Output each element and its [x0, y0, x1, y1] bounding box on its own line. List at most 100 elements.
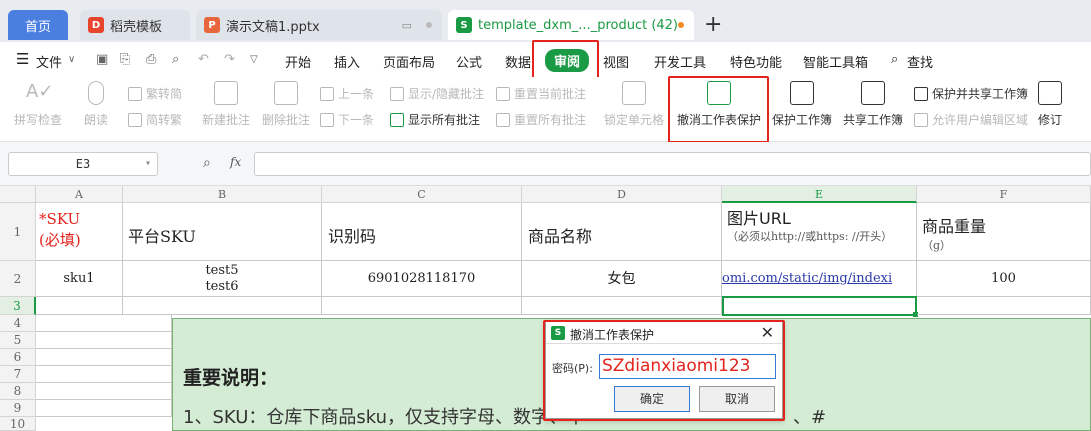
column-header-c[interactable]: C	[322, 186, 522, 203]
menu-insert[interactable]: 插入	[334, 52, 360, 71]
cell-a1[interactable]: *SKU (必填)	[36, 203, 123, 261]
cell-a8[interactable]	[36, 383, 172, 400]
cell-d2[interactable]: 女包	[522, 261, 722, 297]
preview-icon[interactable]: ⌕	[172, 52, 179, 67]
cell-c1[interactable]: 识别码	[322, 203, 522, 261]
protect-and-share-button[interactable]: 保护并共享工作簿	[914, 85, 1028, 102]
row-header-9[interactable]: 9	[0, 400, 36, 417]
cell-a5[interactable]	[36, 332, 172, 349]
file-menu[interactable]: 文件	[36, 52, 62, 71]
chevron-down-icon[interactable]: ∨	[68, 54, 75, 65]
tab-home[interactable]: 首页	[8, 10, 68, 40]
show-hide-comment-button[interactable]: 显示/隐藏批注	[390, 85, 484, 102]
formula-input[interactable]	[254, 152, 1091, 176]
menu-formulas[interactable]: 公式	[456, 52, 482, 71]
undo-icon[interactable]: ↶	[198, 52, 209, 67]
new-tab-icon[interactable]: +	[704, 12, 722, 37]
menu-page-layout[interactable]: 页面布局	[383, 52, 435, 71]
zoom-icon[interactable]: ⌕	[203, 155, 211, 171]
row-header-6[interactable]: 6	[0, 349, 36, 366]
dialog-highlight	[543, 320, 785, 421]
tab-spreadsheet[interactable]: S template_dxm_..._product (42)	[448, 10, 694, 40]
platform-sku-value: test5	[205, 263, 239, 278]
prev-comment-button[interactable]: 上一条	[320, 85, 374, 102]
read-aloud-button[interactable]: 朗读	[84, 81, 108, 128]
cell-b3[interactable]	[123, 297, 322, 315]
label: 新建批注	[202, 113, 251, 127]
cell-e3-selected[interactable]	[722, 296, 917, 316]
allow-edit-ranges-button[interactable]: 允许用户编辑区域	[914, 111, 1028, 128]
label: 朗读	[84, 113, 109, 127]
cell-b2[interactable]: test5 test6	[123, 261, 322, 297]
redo-icon[interactable]: ↷	[224, 52, 235, 67]
menu-view[interactable]: 视图	[603, 52, 629, 71]
cell-a6[interactable]	[36, 349, 172, 366]
share-workbook-button[interactable]: 共享工作簿	[843, 81, 903, 128]
cell-a3[interactable]	[36, 297, 123, 315]
trad-to-simp-button[interactable]: 繁转简	[128, 85, 182, 102]
spell-check-button[interactable]: A✓ 拼写检查	[14, 81, 62, 128]
cell-b1[interactable]: 平台SKU	[123, 203, 322, 261]
reset-current-comment-button[interactable]: 重置当前批注	[496, 85, 586, 102]
column-header-a[interactable]: A	[36, 186, 123, 203]
new-comment-button[interactable]: 新建批注	[202, 81, 250, 128]
tab-docer-templates[interactable]: D 稻壳模板	[80, 10, 190, 40]
search-icon[interactable]: ⌕	[891, 52, 898, 67]
cell-c3[interactable]	[322, 297, 522, 315]
cell-e1[interactable]: 图片URL （必须以http://或https: //开头）	[722, 203, 917, 261]
column-header-b[interactable]: B	[123, 186, 322, 203]
menu-smart-toolbox[interactable]: 智能工具箱	[803, 52, 868, 71]
row-header-10[interactable]: 10	[0, 417, 36, 431]
tab-presentation[interactable]: P 演示文稿1.pptx ▭	[196, 10, 442, 40]
delete-comment-button[interactable]: 删除批注	[262, 81, 310, 128]
fx-icon[interactable]: fx	[230, 155, 241, 169]
row-header-5[interactable]: 5	[0, 332, 36, 349]
menu-special-features[interactable]: 特色功能	[730, 52, 782, 71]
print-icon[interactable]: ⎙	[146, 52, 156, 67]
cell-d1[interactable]: 商品名称	[522, 203, 722, 261]
cell-a9[interactable]	[36, 400, 172, 417]
hamburger-icon[interactable]: ☰	[16, 50, 29, 68]
simp-to-trad-button[interactable]: 简转繁	[128, 111, 182, 128]
quick-access-dropdown-icon[interactable]: ▽	[250, 54, 258, 65]
label: 重置当前批注	[514, 87, 587, 101]
column-header-d[interactable]: D	[522, 186, 722, 203]
next-comment-button[interactable]: 下一条	[320, 111, 374, 128]
column-header-f[interactable]: F	[917, 186, 1091, 203]
column-header-e[interactable]: E	[722, 186, 917, 203]
export-icon[interactable]: ⎘	[120, 52, 130, 67]
lock-cell-button[interactable]: 锁定单元格	[604, 81, 664, 128]
lock-share-icon	[914, 86, 928, 101]
row-header-7[interactable]: 7	[0, 366, 36, 383]
reset-all-comments-button[interactable]: 重置所有批注	[496, 111, 586, 128]
row-header-8[interactable]: 8	[0, 383, 36, 400]
cell-f3[interactable]	[917, 297, 1091, 315]
cell-a4[interactable]	[36, 315, 172, 332]
comments-icon	[390, 112, 404, 127]
simp-trad-icon	[128, 112, 142, 127]
row-header-3[interactable]: 3	[0, 297, 36, 315]
row-header-1[interactable]: 1	[0, 203, 36, 261]
protect-workbook-button[interactable]: 保护工作簿	[772, 81, 832, 128]
menu-home[interactable]: 开始	[285, 52, 311, 71]
name-box[interactable]: E3 ▾	[8, 152, 158, 176]
image-url-link[interactable]: omi.com/static/img/indexi	[722, 271, 892, 286]
save-icon[interactable]: ▣	[96, 52, 108, 67]
tab-status-dot	[426, 22, 432, 28]
menu-search[interactable]: 查找	[907, 52, 933, 71]
menu-developer[interactable]: 开发工具	[654, 52, 706, 71]
unsaved-dot	[678, 22, 684, 28]
cell-c2[interactable]: 6901028118170	[322, 261, 522, 297]
cell-f2[interactable]: 100	[917, 261, 1091, 297]
cell-e2[interactable]: omi.com/static/img/indexi	[722, 261, 917, 297]
menu-data[interactable]: 数据	[505, 52, 531, 71]
row-header-2[interactable]: 2	[0, 261, 36, 297]
row-header-4[interactable]: 4	[0, 315, 36, 332]
cell-a2[interactable]: sku1	[36, 261, 123, 297]
cell-f1[interactable]: 商品重量 （g）	[917, 203, 1091, 261]
select-all-corner[interactable]	[0, 186, 36, 203]
track-changes-button[interactable]: 修订	[1038, 81, 1062, 128]
cell-d3[interactable]	[522, 297, 722, 315]
show-all-comments-button[interactable]: 显示所有批注	[390, 111, 480, 128]
cell-a7[interactable]	[36, 366, 172, 383]
